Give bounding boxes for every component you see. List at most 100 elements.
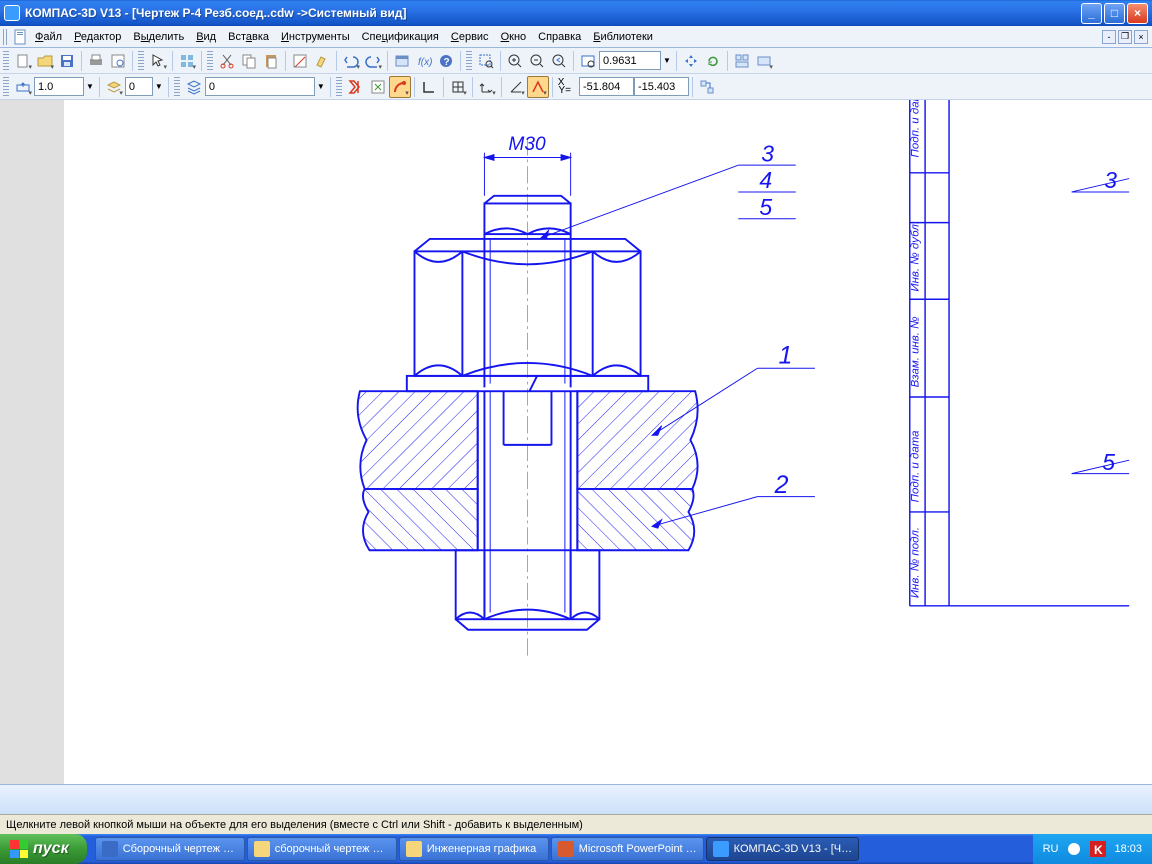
coord-y[interactable]	[634, 77, 689, 96]
dim-m30: M30	[508, 134, 546, 155]
ortho-button[interactable]	[418, 76, 440, 98]
zoom-fit-button[interactable]	[577, 50, 599, 72]
menu-help[interactable]: Справка	[532, 29, 587, 45]
menu-spec[interactable]: Спецификация	[356, 29, 445, 45]
menu-insert[interactable]: Вставка	[222, 29, 275, 45]
windows-flag-icon	[10, 840, 28, 858]
zoom-window-button[interactable]	[475, 50, 497, 72]
view-state-icon[interactable]	[12, 76, 34, 98]
folder-icon	[406, 841, 422, 857]
param-button[interactable]	[367, 76, 389, 98]
view-mgr-button[interactable]	[731, 50, 753, 72]
layer-name-input[interactable]	[205, 77, 315, 96]
copy-button[interactable]	[238, 50, 260, 72]
menu-select[interactable]: Выделить	[127, 29, 190, 45]
grip[interactable]	[138, 51, 144, 71]
paste-button[interactable]	[260, 50, 282, 72]
highlight-button[interactable]	[527, 76, 549, 98]
system-tray[interactable]: RU K 18:03	[1033, 834, 1152, 864]
taskbar-item-4[interactable]: Microsoft PowerPoint …	[551, 837, 704, 861]
scale-input[interactable]	[34, 77, 84, 96]
tray-icon-kaspersky[interactable]: K	[1090, 841, 1106, 857]
snap-button[interactable]	[389, 76, 411, 98]
select-button[interactable]	[147, 50, 169, 72]
tray-icon-1[interactable]	[1066, 841, 1082, 857]
save-button[interactable]	[56, 50, 78, 72]
zoom-out-button[interactable]	[526, 50, 548, 72]
layers-button[interactable]	[183, 76, 205, 98]
workspace: Подп. и дата Инв. № дубл. Взам. инв. № П…	[0, 100, 1152, 784]
mdi-minimize[interactable]: -	[1102, 30, 1116, 44]
maximize-button[interactable]: □	[1104, 3, 1125, 24]
grip[interactable]	[336, 77, 342, 97]
status-bar: Щелкните левой кнопкой мыши на объекте д…	[0, 814, 1152, 834]
refresh-button[interactable]	[702, 50, 724, 72]
powerpoint-icon	[558, 841, 574, 857]
end-cmd-button[interactable]	[345, 76, 367, 98]
coord-x[interactable]	[579, 77, 634, 96]
lang-indicator[interactable]: RU	[1043, 843, 1059, 855]
variables-button[interactable]: f(x)	[413, 50, 435, 72]
grip[interactable]	[174, 77, 180, 97]
layer-state-icon[interactable]	[103, 76, 125, 98]
taskbar-item-1[interactable]: Сборочный чертеж …	[95, 837, 245, 861]
properties-button[interactable]	[289, 50, 311, 72]
menubar-grip[interactable]	[3, 29, 9, 45]
menu-file[interactable]: Файл	[29, 29, 68, 45]
new-button[interactable]	[12, 50, 34, 72]
menu-libraries[interactable]: Библиотеки	[587, 29, 659, 45]
menu-view[interactable]: Вид	[190, 29, 222, 45]
minimize-button[interactable]: _	[1081, 3, 1102, 24]
menu-tools[interactable]: Инструменты	[275, 29, 356, 45]
layer-num-input[interactable]	[125, 77, 153, 96]
mdi-close[interactable]: ×	[1134, 30, 1148, 44]
stamp-2: Взам. инв. №	[909, 316, 921, 387]
zoom-prev-button[interactable]	[548, 50, 570, 72]
help-button[interactable]: ?	[435, 50, 457, 72]
pan-button[interactable]	[680, 50, 702, 72]
toolbar-standard: f(x) ? ▼	[0, 48, 1152, 74]
property-panel[interactable]	[0, 784, 1152, 814]
lcs-button[interactable]	[476, 76, 498, 98]
kompas-icon	[713, 841, 729, 857]
print-preview-button[interactable]	[107, 50, 129, 72]
stamp-0: Подп. и дата	[909, 100, 921, 157]
taskbar-item-5[interactable]: КОМПАС-3D V13 - [Ч…	[706, 837, 859, 861]
select-all-button[interactable]	[176, 50, 198, 72]
undo-button[interactable]	[340, 50, 362, 72]
open-button[interactable]	[34, 50, 56, 72]
menu-window[interactable]: Окно	[495, 29, 533, 45]
zoom-input[interactable]	[599, 51, 661, 70]
mdi-restore[interactable]: ❐	[1118, 30, 1132, 44]
stamp-1: Инв. № дубл.	[909, 221, 921, 292]
callout-3: 3	[761, 140, 774, 166]
grid-button[interactable]	[447, 76, 469, 98]
grip[interactable]	[3, 51, 9, 71]
word-icon	[102, 841, 118, 857]
taskbar-item-3[interactable]: Инженерная графика	[399, 837, 549, 861]
svg-text:K: K	[1094, 843, 1103, 857]
zoom-in-button[interactable]	[504, 50, 526, 72]
snap-angle-button[interactable]	[505, 76, 527, 98]
close-button[interactable]: ×	[1127, 3, 1148, 24]
grip[interactable]	[3, 77, 9, 97]
redo-button[interactable]	[362, 50, 384, 72]
assoc-button[interactable]	[696, 76, 718, 98]
cut-button[interactable]	[216, 50, 238, 72]
taskbar-item-2[interactable]: сборочный чертеж …	[247, 837, 397, 861]
taskbar: пуск Сборочный чертеж … сборочный чертеж…	[0, 834, 1152, 864]
menu-edit[interactable]: Редактор	[68, 29, 127, 45]
copy-props-button[interactable]	[311, 50, 333, 72]
clock[interactable]: 18:03	[1114, 843, 1142, 855]
toolbars: f(x) ? ▼ ▼ ▼	[0, 48, 1152, 100]
library-mgr-button[interactable]	[391, 50, 413, 72]
menu-service[interactable]: Сервис	[445, 29, 495, 45]
view-states-button[interactable]	[753, 50, 775, 72]
start-button[interactable]: пуск	[0, 834, 87, 864]
grip[interactable]	[466, 51, 472, 71]
grip[interactable]	[207, 51, 213, 71]
drawing-canvas[interactable]: Подп. и дата Инв. № дубл. Взам. инв. № П…	[64, 100, 1152, 784]
print-button[interactable]	[85, 50, 107, 72]
callout-5: 5	[759, 194, 772, 220]
folder-icon	[254, 841, 270, 857]
